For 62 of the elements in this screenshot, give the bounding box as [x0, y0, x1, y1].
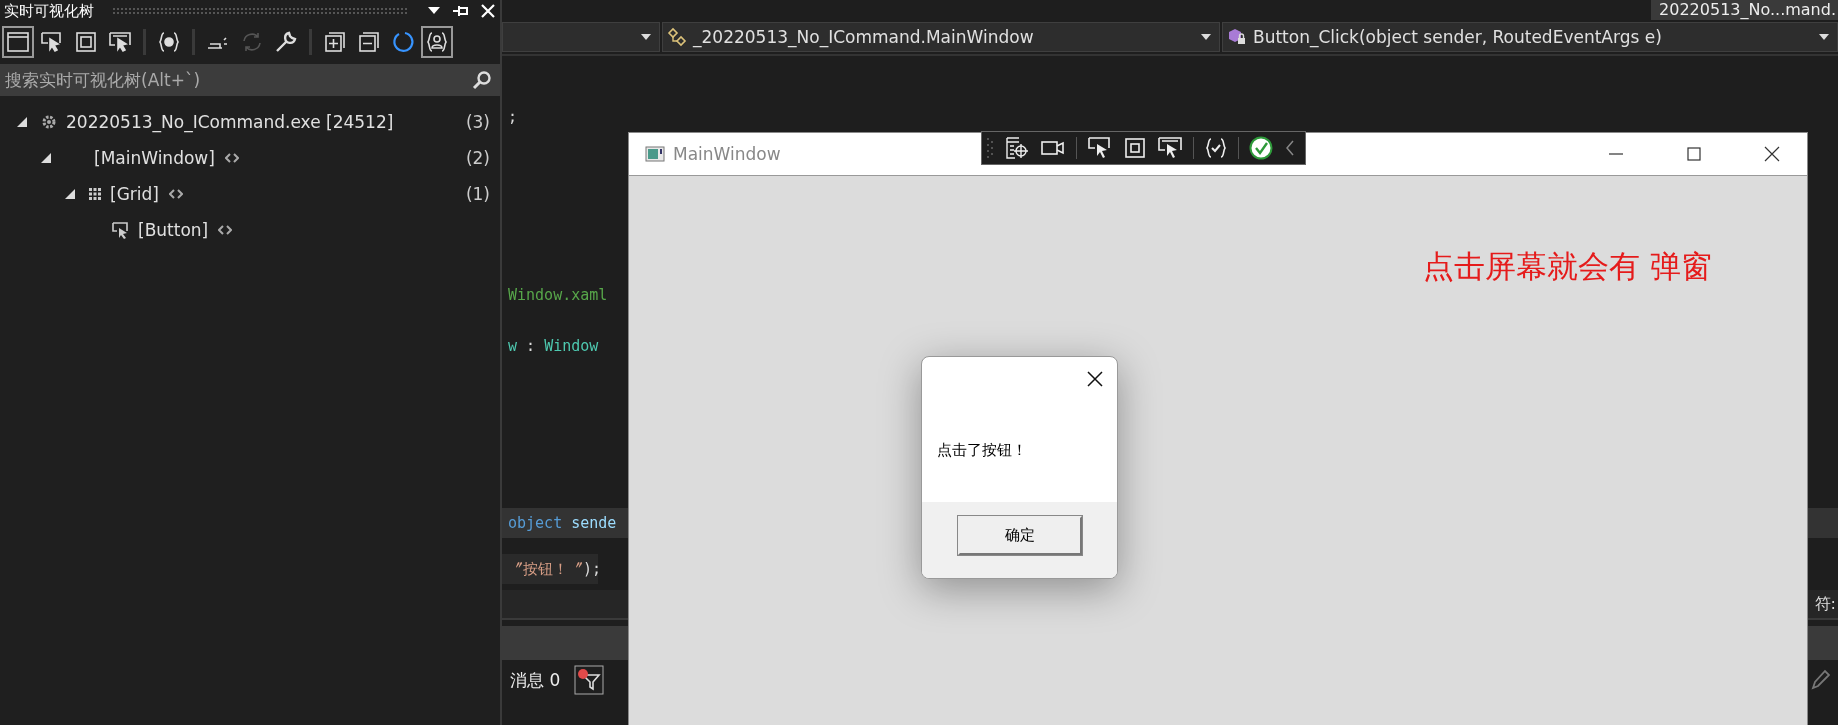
- gear-icon: [40, 113, 58, 131]
- messages-filter[interactable]: 消息 0: [510, 668, 561, 692]
- search-icon[interactable]: [472, 70, 492, 90]
- window-title: MainWindow: [673, 144, 781, 164]
- caret-icon: [1201, 34, 1211, 40]
- sync-icon: [240, 30, 264, 54]
- close-icon[interactable]: [1087, 371, 1103, 387]
- filter-icon[interactable]: [574, 665, 605, 695]
- code-line: Window.xaml: [507, 285, 608, 306]
- expand-icon: [323, 30, 347, 54]
- collapse-icon: [357, 30, 381, 54]
- caret-icon: [641, 34, 651, 40]
- expander-icon[interactable]: [16, 116, 28, 128]
- pin-icon[interactable]: [452, 4, 470, 18]
- notice-text: 点击屏幕就会有 弹窗: [1423, 247, 1712, 286]
- refresh-icon: [391, 30, 415, 54]
- grip-icon[interactable]: [986, 136, 994, 160]
- child-count: (3): [465, 112, 490, 132]
- caret-icon: [1819, 34, 1829, 40]
- tree-item[interactable]: [Grid]: [110, 184, 159, 204]
- code-icon[interactable]: [168, 189, 183, 199]
- search-field[interactable]: 搜索实时可视化树(Alt+`): [0, 64, 500, 96]
- target-icon[interactable]: [1004, 136, 1030, 160]
- ok-button[interactable]: 确定: [957, 516, 1082, 555]
- frame-icon[interactable]: [1123, 136, 1147, 160]
- dialog-message: 点击了按钮！: [937, 441, 1027, 460]
- code-icon[interactable]: [218, 225, 233, 235]
- window-tool-button[interactable]: [2, 26, 34, 58]
- window-icon: [6, 30, 30, 54]
- code-line: w : Window: [507, 336, 599, 357]
- search-field[interactable]: 搜索实时可视化树(Alt+`): [5, 70, 472, 90]
- pointer-icon: [112, 221, 130, 239]
- app-icon: [645, 146, 665, 162]
- dropdown-icon[interactable]: [426, 6, 442, 16]
- navigation-dropdown[interactable]: Button_Click(object sender, RoutedEventArgs e): [1222, 22, 1838, 52]
- binding-icon: [157, 30, 181, 54]
- check-icon[interactable]: [1249, 136, 1273, 160]
- child-count: (1): [465, 184, 490, 204]
- select-icon[interactable]: [1087, 136, 1113, 160]
- tree-item[interactable]: 20220513_No_ICommand.exe [24512]: [66, 112, 394, 132]
- tree-item[interactable]: [MainWindow]: [94, 148, 215, 168]
- document-tab[interactable]: 20220513_No...mand.: [1651, 0, 1838, 20]
- select-frame-icon[interactable]: [1157, 136, 1183, 160]
- wrench-icon: [274, 30, 298, 54]
- status-text: 符:: [1814, 593, 1837, 615]
- class-icon: [667, 27, 689, 47]
- select-icon: [40, 30, 64, 54]
- expander-icon[interactable]: [64, 188, 76, 200]
- close-icon[interactable]: [1764, 146, 1780, 162]
- pencil-icon[interactable]: [1810, 669, 1830, 691]
- expander-icon[interactable]: [40, 152, 52, 164]
- grid-icon: [88, 187, 102, 201]
- binding-icon[interactable]: [1204, 136, 1228, 160]
- child-count: (2): [465, 148, 490, 168]
- maximize-icon[interactable]: [1686, 146, 1702, 162]
- code-line: ;: [507, 107, 518, 128]
- tree-item[interactable]: [Button]: [138, 220, 209, 240]
- frame-icon: [74, 30, 98, 54]
- navigation-dropdown[interactable]: _20220513_No_ICommand.MainWindow: [662, 22, 1220, 52]
- code-icon[interactable]: [224, 153, 239, 163]
- panel-title: 实时可视化树: [4, 1, 94, 21]
- select-frame-icon: [108, 30, 132, 54]
